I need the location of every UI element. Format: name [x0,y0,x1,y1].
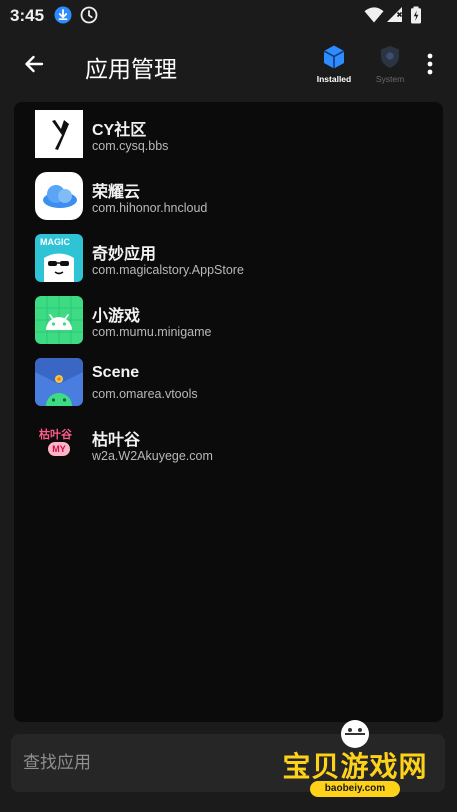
magic-app-icon: MAGIC [35,234,83,282]
more-vertical-icon [427,53,433,75]
back-button[interactable] [18,48,50,80]
list-item[interactable]: Scene com.omarea.vtools [14,352,443,410]
app-bar: 应用管理 Installed System [0,32,457,96]
list-item[interactable]: 荣耀云 com.hihonor.hncloud [14,166,443,224]
list-item[interactable]: 枯叶谷 MY 枯叶谷 w2a.W2Akuyege.com [14,414,443,472]
scene-icon [35,358,83,406]
watermark-url: baobeiy.com [310,781,400,797]
battery-icon [410,6,422,24]
search-input[interactable] [23,744,273,782]
app-name: 荣耀云 [92,184,141,201]
app-package: com.hihonor.hncloud [92,201,208,215]
list-item[interactable]: CY社区 com.cysq.bbs [14,104,443,162]
kuyegu-logo-text: 枯叶谷 [39,429,72,441]
kuyegu-icon: 枯叶谷 MY [35,420,83,468]
filter-label: Installed [316,74,352,84]
app-name: 枯叶谷 [92,432,141,449]
shield-icon [381,46,399,68]
signal-icon [386,6,404,24]
app-name: 小游戏 [92,308,141,325]
clock-icon [80,6,98,24]
status-bar: 3:45 [0,0,457,32]
kuyegu-logo-badge: MY [48,442,70,456]
list-item[interactable]: MAGIC 奇妙应用 com.magicalstory.AppStore [14,228,443,286]
cube-icon [323,45,345,69]
app-name: 奇妙应用 [92,246,157,263]
filter-tab-system[interactable]: System [365,42,415,88]
app-package: w2a.W2Akuyege.com [92,449,213,463]
filter-tab-installed[interactable]: Installed [309,42,359,88]
watermark-title: 宝贝游戏网 [282,751,428,782]
status-time: 3:45 [10,6,45,25]
app-package: com.omarea.vtools [92,387,198,401]
cy-community-icon [35,110,83,158]
app-package: com.cysq.bbs [92,139,169,153]
app-name: CY社区 [92,122,147,139]
app-list: CY社区 com.cysq.bbs 荣耀云 com.hihonor.hnclou… [14,102,443,722]
overflow-menu-button[interactable] [418,48,442,80]
page-title: 应用管理 [85,56,177,82]
honor-cloud-icon [35,172,83,220]
watermark-logo: 宝贝游戏网 baobeiy.com [280,718,430,810]
app-package: com.magicalstory.AppStore [92,263,244,277]
download-icon [54,6,72,24]
wifi-icon [364,6,384,24]
app-name: Scene [92,364,140,381]
filter-label: System [375,74,405,84]
app-package: com.mumu.minigame [92,325,212,339]
android-green-icon [35,296,83,344]
arrow-left-icon [25,55,44,73]
list-item[interactable]: 小游戏 com.mumu.minigame [14,290,443,348]
